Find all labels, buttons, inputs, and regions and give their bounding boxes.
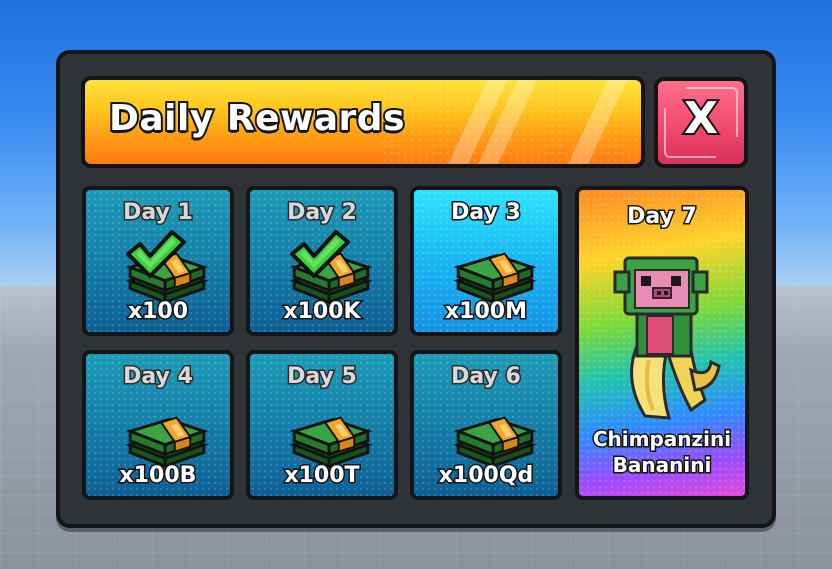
reward-amount: x100B — [118, 462, 198, 490]
day-label: Day 5 — [286, 363, 359, 391]
close-button[interactable]: X — [654, 77, 748, 168]
grand-reward-name-line1: Chimpanzini — [591, 426, 732, 453]
reward-tile-day-6[interactable]: Day 6 x100Qd — [410, 350, 562, 500]
day-label: Day 6 — [450, 363, 523, 391]
day-label: Day 4 — [122, 363, 195, 391]
close-icon: X — [682, 91, 720, 146]
cash-stack-icon — [128, 416, 206, 468]
reward-tile-day-4[interactable]: Day 4 x100B — [82, 350, 234, 500]
reward-amount: x100 — [126, 298, 189, 326]
title-banner: Daily Rewards — [81, 76, 645, 168]
page-title: Daily Rewards — [107, 96, 407, 141]
day-label: Day 7 — [626, 203, 699, 231]
reward-tile-day-1[interactable]: Day 1 x100 — [82, 186, 234, 336]
check-icon — [290, 230, 350, 278]
grand-reward-name: Chimpanzini Bananini — [579, 426, 745, 479]
check-icon — [126, 230, 186, 278]
reward-tile-day-3[interactable]: Day 3 x100M — [410, 186, 562, 336]
reward-tile-day-5[interactable]: Day 5 x100T — [246, 350, 398, 500]
day-label: Day 2 — [286, 199, 359, 227]
day-label: Day 1 — [122, 199, 195, 227]
reward-amount: x100K — [282, 298, 362, 326]
chimpanzini-bananini-icon — [613, 256, 721, 420]
cash-stack-icon — [456, 252, 534, 304]
reward-amount: x100Qd — [437, 462, 535, 490]
cash-stack-icon — [292, 416, 370, 468]
day-label: Day 3 — [450, 199, 523, 227]
reward-tile-day-7[interactable]: Day 7 Chimpanzini Bananini — [575, 186, 749, 500]
reward-amount: x100M — [443, 298, 528, 326]
grand-reward-name-line2: Bananini — [611, 452, 713, 479]
cash-stack-icon — [456, 416, 534, 468]
reward-tile-day-2[interactable]: Day 2 x100K — [246, 186, 398, 336]
reward-amount: x100T — [283, 462, 361, 490]
